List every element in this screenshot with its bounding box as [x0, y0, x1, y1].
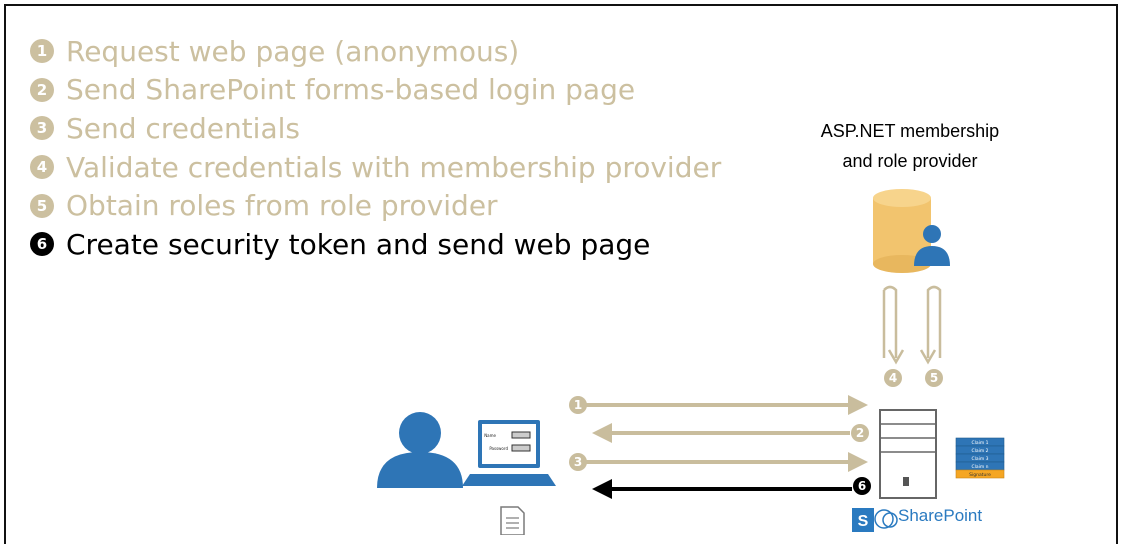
login-password-label: Password — [489, 446, 508, 451]
login-name-field — [511, 431, 531, 439]
arrow-2-label: 2 — [856, 426, 864, 440]
sharepoint-label: SharePoint — [898, 506, 983, 525]
token-claim-2: Claim 2 — [971, 448, 988, 454]
arrow-1-label: 1 — [574, 398, 582, 412]
sharepoint-logo-letter: S — [858, 513, 869, 530]
web-page-document-icon — [500, 506, 525, 535]
security-token: Claim 1 Claim 2 Claim 3 Claim n Signatur… — [955, 437, 1005, 479]
arrow-4-label: 4 — [889, 371, 897, 385]
arrow-5-label: 5 — [930, 371, 938, 385]
login-password-field — [511, 444, 531, 452]
arrow-6-label: 6 — [858, 479, 866, 493]
server-icon — [879, 409, 937, 499]
laptop-icon — [462, 420, 556, 486]
arrow-5-loop — [919, 285, 942, 365]
token-claim-1: Claim 1 — [971, 440, 988, 446]
client-user-icon — [377, 412, 463, 488]
token-claim-3: Claim 3 — [971, 456, 988, 462]
token-signature: Signature — [969, 472, 991, 478]
token-claim-n: Claim n — [971, 464, 988, 470]
login-name-label: Name — [484, 433, 496, 438]
arrow-4-loop — [882, 285, 905, 365]
arrow-3-label: 3 — [574, 455, 582, 469]
sharepoint-logo-icon: S — [852, 508, 898, 532]
flow-diagram: 4 5 1 2 3 6 Name Password Claim 1 Claim … — [377, 189, 1005, 535]
